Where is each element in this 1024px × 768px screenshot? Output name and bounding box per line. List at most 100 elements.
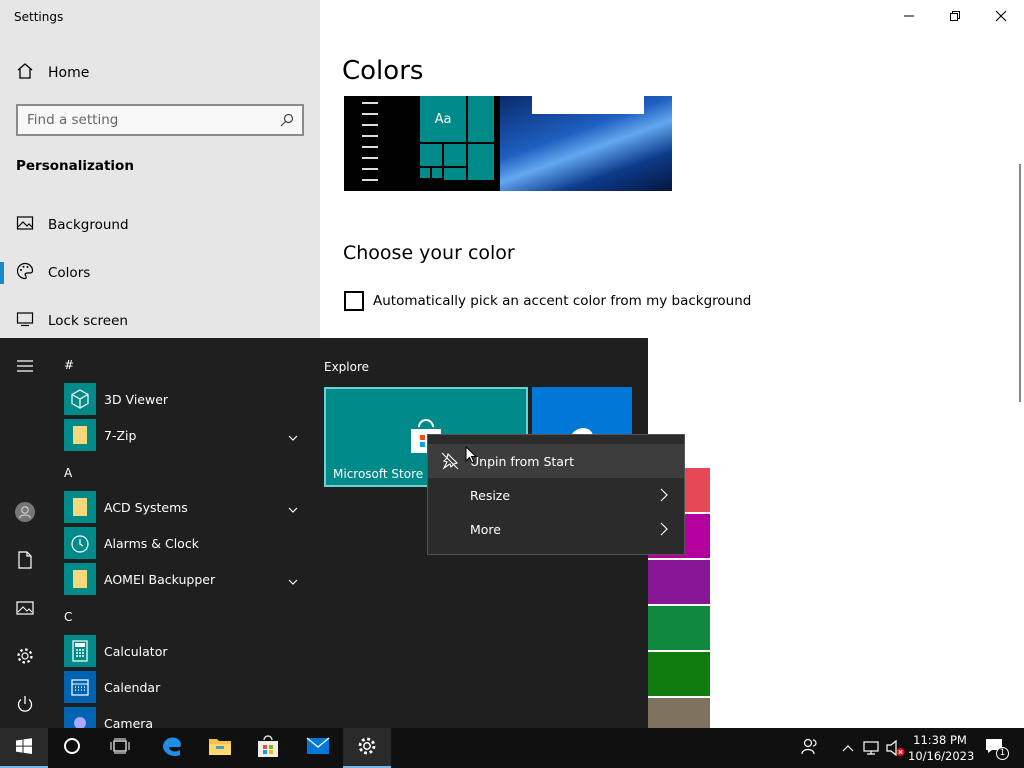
document-icon[interactable] — [0, 540, 50, 580]
color-swatch[interactable] — [648, 652, 710, 696]
chevron-down-icon[interactable] — [288, 429, 298, 444]
power-icon[interactable] — [0, 684, 50, 724]
tile-group-title[interactable]: Explore — [324, 360, 369, 374]
folder-icon — [64, 491, 96, 523]
people-button[interactable] — [788, 728, 832, 768]
window-title: Settings — [14, 10, 64, 24]
list-item[interactable]: Calendar — [64, 671, 304, 703]
sidebar-item-label: Colors — [48, 265, 91, 281]
app-label: ACD Systems — [104, 499, 188, 515]
active-indicator — [0, 262, 4, 284]
folder-icon — [64, 419, 96, 451]
menu-item-label: More — [470, 521, 501, 537]
taskbar-clock[interactable]: 11:38 PM 10/16/2023 — [908, 732, 975, 764]
taskbar-mail[interactable] — [294, 728, 342, 768]
app-list[interactable]: # 3D Viewer 7-Zip A ACD Systems Alarms &… — [50, 338, 310, 728]
monitor-icon — [16, 310, 34, 332]
hamburger-icon[interactable] — [0, 346, 50, 386]
preview-tile — [420, 168, 430, 178]
task-view-button[interactable] — [96, 728, 144, 768]
volume-muted-icon[interactable] — [884, 728, 906, 768]
close-icon[interactable] — [978, 0, 1024, 32]
clock-time: 11:38 PM — [913, 733, 967, 747]
list-item[interactable]: Alarms & Clock — [64, 527, 304, 559]
app-label: Alarms & Clock — [104, 535, 199, 551]
menu-item-resize[interactable]: Resize — [428, 478, 684, 512]
scrollbar[interactable] — [1019, 164, 1021, 402]
preview-wallpaper — [500, 96, 672, 191]
minimize-icon[interactable] — [886, 0, 932, 32]
restore-icon[interactable] — [932, 0, 978, 32]
sidebar-item-colors[interactable]: Colors — [16, 262, 90, 284]
taskbar-file-explorer[interactable] — [196, 728, 244, 768]
mail-icon — [306, 737, 330, 759]
app-label: Camera — [104, 715, 154, 729]
clock-icon — [64, 527, 96, 559]
menu-item-label: Resize — [470, 487, 511, 503]
app-label: Calculator — [104, 643, 168, 659]
sidebar-item-label: Background — [48, 217, 129, 233]
color-swatch[interactable] — [648, 560, 710, 604]
preview-tile — [444, 168, 466, 180]
taskbar-store[interactable] — [244, 728, 292, 768]
calculator-icon — [64, 635, 96, 667]
color-swatch[interactable] — [648, 606, 710, 650]
list-item[interactable]: 3D Viewer — [64, 383, 304, 415]
store-bag-icon — [256, 734, 280, 762]
section-letter[interactable]: A — [64, 466, 72, 480]
start-button[interactable] — [0, 728, 48, 768]
sidebar-item-label: Lock screen — [48, 313, 128, 329]
folder-icon — [64, 563, 96, 595]
search-icon[interactable] — [280, 112, 294, 131]
people-icon — [801, 737, 819, 759]
picture-icon — [16, 214, 34, 236]
notification-badge: 1 — [996, 747, 1009, 760]
search-button[interactable] — [48, 728, 96, 768]
sidebar-item-label: Home — [48, 65, 90, 81]
clock-date: 10/16/2023 — [908, 749, 975, 763]
chevron-up-icon[interactable] — [838, 728, 858, 768]
taskbar: 11:38 PM 10/16/2023 1 — [0, 728, 1024, 768]
list-item[interactable]: Camera — [64, 707, 304, 728]
unpin-icon — [441, 452, 459, 473]
sidebar-item-home[interactable]: Home — [16, 62, 89, 84]
settings-gear-icon[interactable] — [0, 636, 50, 676]
user-avatar-icon[interactable] — [0, 492, 50, 532]
auto-accent-label: Automatically pick an accent color from … — [373, 293, 752, 309]
sidebar-item-background[interactable]: Background — [16, 214, 129, 236]
sidebar-item-lock-screen[interactable]: Lock screen — [16, 310, 128, 332]
chevron-down-icon[interactable] — [288, 501, 298, 516]
auto-accent-checkbox[interactable] — [344, 291, 364, 311]
auto-accent-option[interactable]: Automatically pick an accent color from … — [344, 291, 751, 311]
notification-icon: 1 — [985, 738, 1009, 760]
list-item[interactable]: 7-Zip — [64, 419, 304, 451]
window-controls — [886, 0, 1024, 32]
mouse-cursor-icon — [465, 445, 478, 468]
camera-icon — [64, 707, 96, 728]
search-box[interactable] — [16, 104, 304, 136]
app-label: AOMEI Backupper — [104, 571, 216, 587]
palette-icon — [16, 262, 34, 284]
home-icon — [16, 62, 34, 84]
chevron-down-icon[interactable] — [288, 573, 298, 588]
pictures-icon[interactable] — [0, 588, 50, 628]
choose-color-heading: Choose your color — [343, 242, 515, 264]
preview-tile — [420, 144, 442, 166]
cortana-circle-icon — [63, 737, 81, 759]
search-input[interactable] — [18, 106, 268, 134]
preview-tile — [444, 144, 466, 166]
list-item[interactable]: Calculator — [64, 635, 304, 667]
section-letter[interactable]: C — [64, 610, 72, 624]
taskbar-edge[interactable] — [148, 728, 196, 768]
list-item[interactable]: ACD Systems — [64, 491, 304, 523]
taskbar-settings[interactable] — [343, 728, 391, 768]
chevron-right-icon — [660, 522, 668, 539]
action-center-button[interactable]: 1 — [976, 728, 1016, 768]
menu-item-more[interactable]: More — [428, 512, 684, 546]
network-icon[interactable] — [860, 728, 882, 768]
app-label: Calendar — [104, 679, 161, 695]
preview-tile — [432, 168, 442, 178]
windows-logo-icon — [16, 738, 32, 758]
section-letter[interactable]: # — [64, 358, 74, 372]
list-item[interactable]: AOMEI Backupper — [64, 563, 304, 595]
